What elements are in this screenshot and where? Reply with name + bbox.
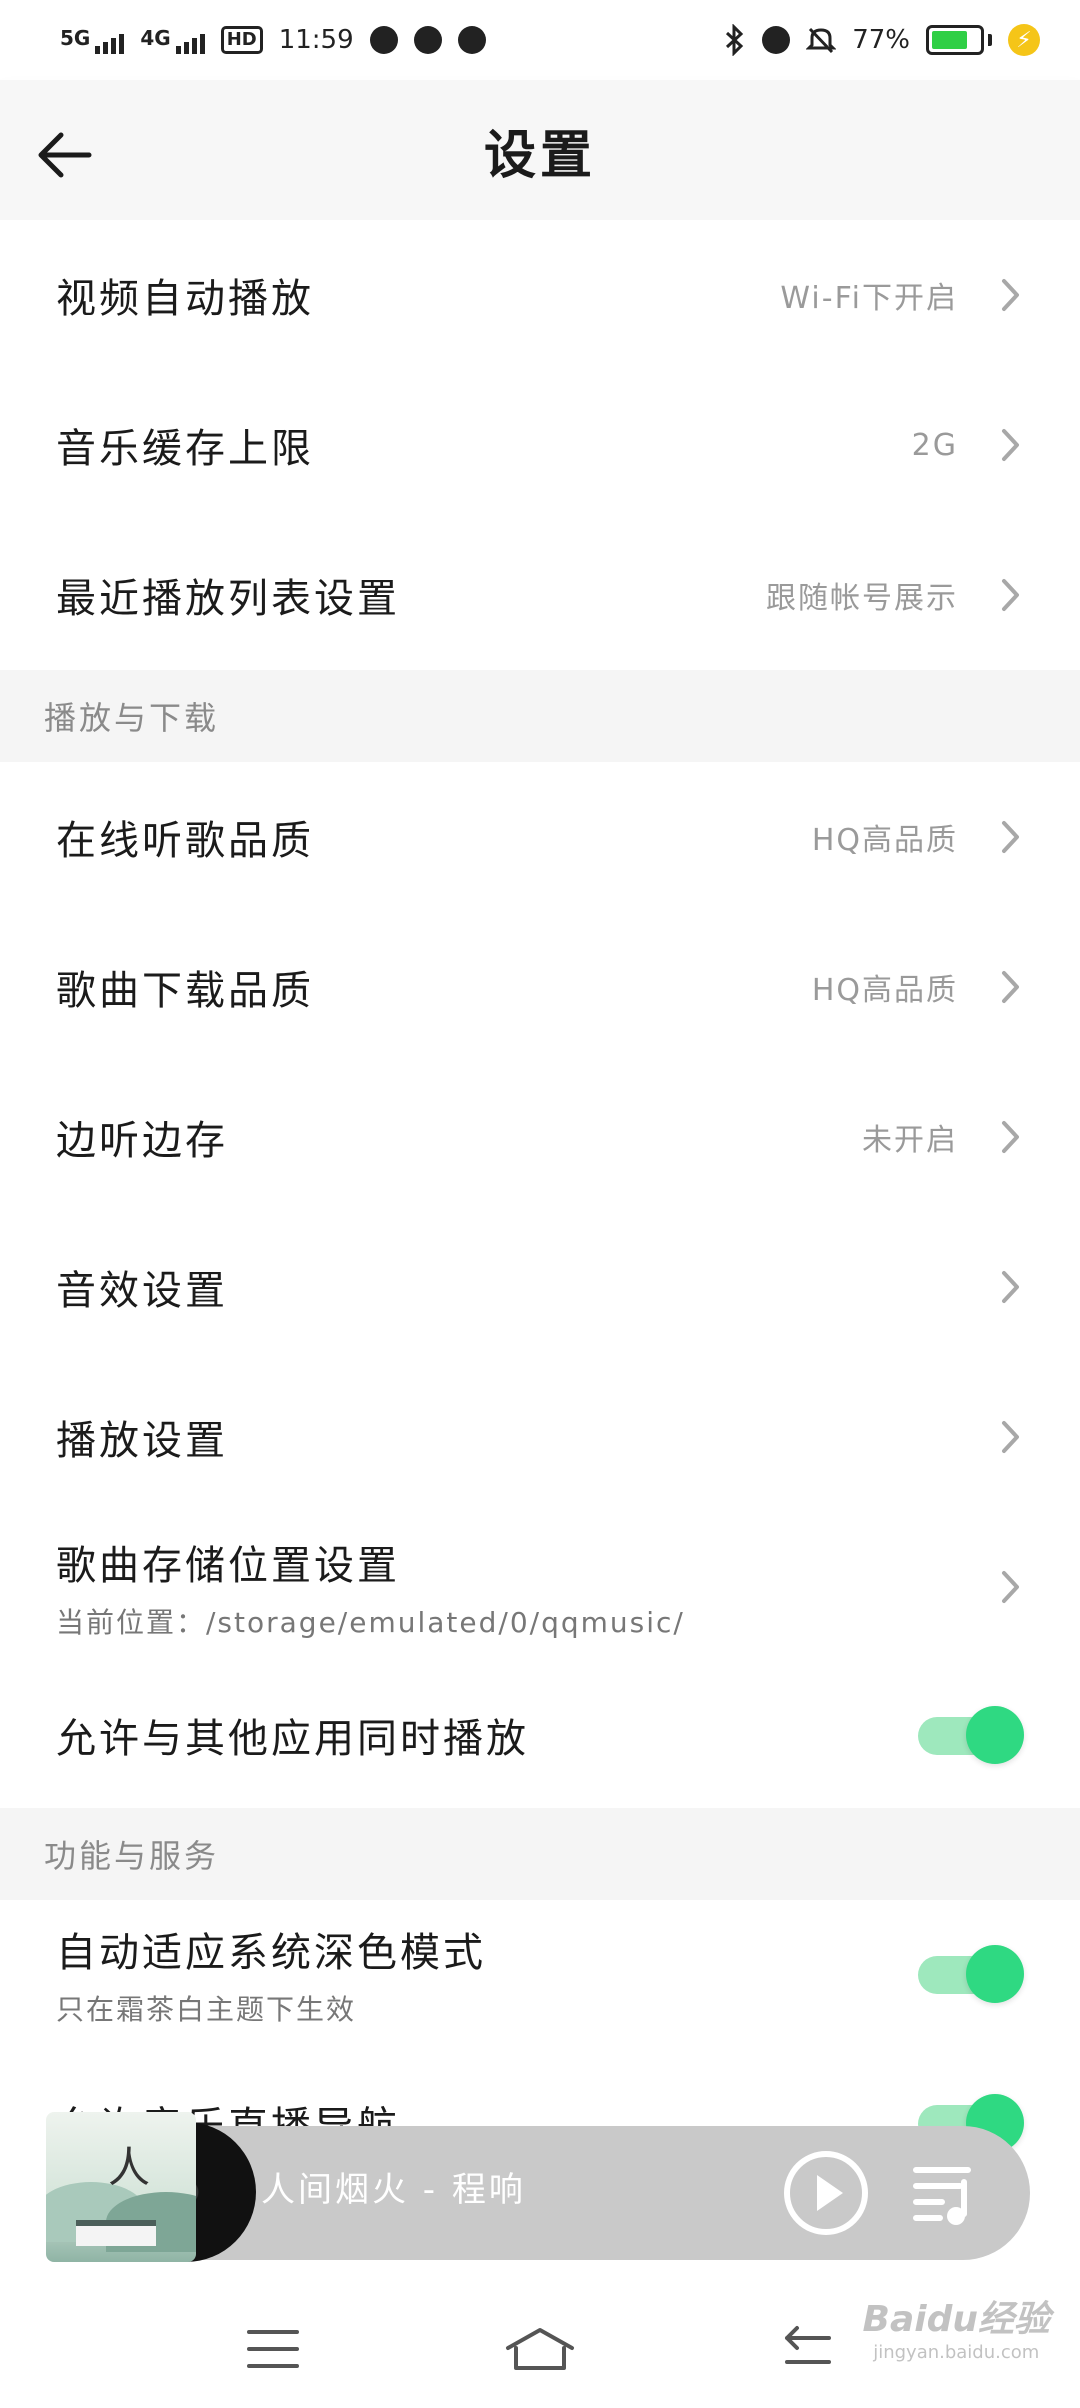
qq-notify-icon: [413, 26, 442, 54]
setting-label: 在线听歌品质: [56, 818, 314, 864]
setting-dark-mode: 自动适应系统深色模式 只在霜茶白主题下生效: [0, 1900, 1080, 2048]
setting-video-autoplay[interactable]: 视频自动播放 Wi-Fi下开启: [0, 220, 1080, 370]
status-right: 77% ⚡: [724, 24, 1040, 56]
back-nav-button[interactable]: [767, 2319, 847, 2379]
play-icon: [784, 2151, 868, 2235]
setting-label: 自动适应系统深色模式: [56, 1930, 486, 1976]
chevron-right-icon: [998, 817, 1024, 857]
dark-mode-toggle[interactable]: [914, 1944, 1024, 2004]
telecom-icon: [457, 26, 486, 54]
status-left: 5G 4G HD 11:59: [60, 25, 486, 55]
home-icon: [505, 2328, 574, 2370]
setting-value: HQ高品质: [811, 973, 958, 1008]
setting-cache-limit[interactable]: 音乐缓存上限 2G: [0, 370, 1080, 520]
setting-value: 2G: [911, 427, 958, 463]
battery-percent: 77%: [852, 25, 910, 55]
menu-nav-button[interactable]: [233, 2319, 313, 2379]
setting-recent-playlist[interactable]: 最近播放列表设置 跟随帐号展示: [0, 520, 1080, 670]
signal-5g-icon: 5G: [60, 26, 125, 54]
charging-icon: ⚡: [1008, 24, 1040, 56]
playlist-button[interactable]: [908, 2156, 982, 2230]
settings-page: 5G 4G HD 11:59 77% ⚡ 设置 视频自动播放 Wi-Fi下开启 …: [0, 0, 1080, 2408]
setting-label: 播放设置: [56, 1418, 228, 1464]
chevron-right-icon: [998, 575, 1024, 615]
setting-sublabel: 当前位置：/storage/emulated/0/qqmusic/: [56, 1606, 685, 1639]
setting-value: 跟随帐号展示: [766, 581, 958, 616]
hd-voice-icon: HD: [220, 26, 263, 54]
chevron-right-icon: [998, 1267, 1024, 1307]
setting-texts: 歌曲存储位置设置 当前位置：/storage/emulated/0/qqmusi…: [56, 1533, 998, 1641]
back-nav-icon: [784, 2326, 831, 2364]
setting-download-quality[interactable]: 歌曲下载品质 HQ高品质: [0, 912, 1080, 1062]
mute-icon: [806, 27, 837, 54]
setting-label: 视频自动播放: [56, 276, 314, 322]
setting-label: 最近播放列表设置: [56, 576, 400, 622]
chevron-right-icon: [998, 425, 1024, 465]
signal-4g-icon: 4G: [140, 26, 205, 54]
setting-label: 歌曲下载品质: [56, 968, 314, 1014]
concurrent-toggle[interactable]: [914, 1705, 1024, 1765]
now-playing-title: 人间烟火 - 程响: [261, 2170, 526, 2210]
home-nav-button[interactable]: [500, 2319, 580, 2379]
setting-playback[interactable]: 播放设置: [0, 1362, 1080, 1512]
mini-player[interactable]: 人 人间烟火 - 程响: [46, 2112, 1030, 2262]
chevron-right-icon: [998, 275, 1024, 315]
chevron-right-icon: [998, 1417, 1024, 1457]
status-time: 11:59: [278, 25, 354, 55]
setting-online-quality[interactable]: 在线听歌品质 HQ高品质: [0, 762, 1080, 912]
alarm-icon: [762, 26, 791, 54]
header-bar: 设置: [0, 80, 1080, 220]
setting-label: 音效设置: [56, 1268, 228, 1314]
battery-icon: [926, 25, 992, 55]
page-title: 设置: [483, 125, 596, 186]
setting-sublabel: 只在霜茶白主题下生效: [56, 1993, 357, 2026]
section-header-playback: 播放与下载: [0, 670, 1080, 762]
bluetooth-icon: [726, 24, 744, 56]
menu-icon: [247, 2330, 300, 2368]
play-button[interactable]: [781, 2148, 871, 2238]
watermark-logo: Baidu经验 jingyan.baidu.com: [862, 2299, 1050, 2363]
app-notify-icon: [369, 26, 398, 54]
setting-label: 边听边存: [56, 1118, 228, 1164]
setting-listen-save[interactable]: 边听边存 未开启: [0, 1062, 1080, 1212]
setting-label: 允许与其他应用同时播放: [56, 1716, 529, 1762]
chevron-right-icon: [998, 967, 1024, 1007]
chevron-right-icon: [998, 1567, 1024, 1607]
setting-label: 音乐缓存上限: [56, 426, 314, 472]
setting-value: HQ高品质: [811, 823, 958, 858]
setting-value: 未开启: [862, 1123, 958, 1158]
album-cover: 人: [46, 2112, 196, 2262]
playlist-icon: [913, 2167, 971, 2225]
status-bar: 5G 4G HD 11:59 77% ⚡: [0, 0, 1080, 80]
setting-texts: 自动适应系统深色模式 只在霜茶白主题下生效: [56, 1920, 914, 2028]
section-header-features: 功能与服务: [0, 1808, 1080, 1900]
setting-sound-effects[interactable]: 音效设置: [0, 1212, 1080, 1362]
chevron-right-icon: [998, 1117, 1024, 1157]
setting-storage-location[interactable]: 歌曲存储位置设置 当前位置：/storage/emulated/0/qqmusi…: [0, 1512, 1080, 1662]
setting-allow-concurrent: 允许与其他应用同时播放: [0, 1662, 1080, 1808]
album-art[interactable]: 人: [46, 2112, 256, 2262]
settings-list: 视频自动播放 Wi-Fi下开启 音乐缓存上限 2G 最近播放列表设置 跟随帐号展…: [0, 220, 1080, 2198]
setting-label: 歌曲存储位置设置: [56, 1543, 400, 1589]
setting-value: Wi-Fi下开启: [780, 281, 958, 316]
back-button[interactable]: [30, 125, 100, 185]
arrow-left-icon: [38, 132, 92, 178]
